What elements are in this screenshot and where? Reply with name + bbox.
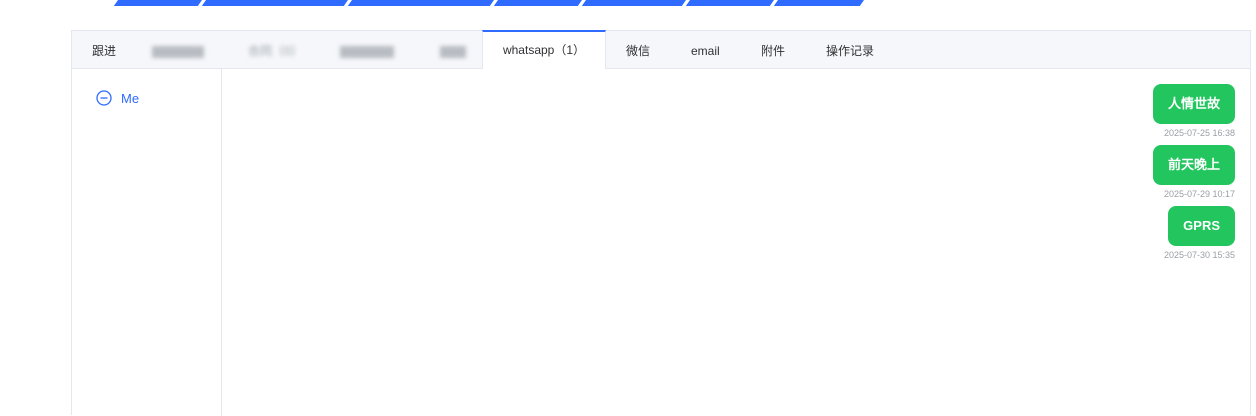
- decorative-stripe: [201, 0, 348, 6]
- message-timestamp: 2025-07-29 10:17: [1163, 189, 1235, 199]
- message-bubble[interactable]: GPRS: [1168, 206, 1235, 246]
- tab-redacted-1[interactable]: [152, 31, 206, 69]
- tab-followup[interactable]: 跟进: [92, 31, 116, 69]
- decorative-stripe: [493, 0, 582, 6]
- tab-operation-log[interactable]: 操作记录: [826, 31, 874, 69]
- tab-email[interactable]: email: [691, 31, 720, 69]
- chat-message: 人情世故 2025-07-25 16:38: [1152, 84, 1235, 139]
- top-decorative-bar: [0, 0, 1256, 6]
- message-bubble[interactable]: 人情世故: [1152, 84, 1235, 124]
- decorative-stripe: [113, 0, 202, 6]
- chat-message: GPRS 2025-07-30 15:35: [1164, 206, 1235, 261]
- contact-list: Me: [72, 69, 222, 416]
- message-timestamp: 2025-07-30 15:35: [1163, 250, 1235, 260]
- decorative-stripe: [773, 0, 864, 6]
- decorative-stripe: [347, 0, 494, 6]
- tab-redacted-3[interactable]: [340, 31, 396, 69]
- tab-redacted-contract[interactable]: 合同（0）: [248, 31, 303, 69]
- message-bubble[interactable]: 前天晚上: [1152, 145, 1235, 185]
- decorative-stripe: [685, 0, 774, 6]
- tab-redacted-4[interactable]: [440, 31, 468, 69]
- tab-bar: 跟进 合同（0） whatsapp（1） 微信 email 附件 操作记录: [72, 30, 1250, 69]
- decorative-stripe: [581, 0, 686, 6]
- tab-attachment[interactable]: 附件: [761, 31, 785, 69]
- collapse-minus-icon[interactable]: [96, 90, 112, 106]
- tab-wechat[interactable]: 微信: [626, 31, 650, 69]
- chat-message-area: 人情世故 2025-07-25 16:38 前天晚上 2025-07-29 10…: [222, 69, 1250, 416]
- tab-whatsapp[interactable]: whatsapp（1）: [482, 30, 606, 69]
- chat-message: 前天晚上 2025-07-29 10:17: [1152, 145, 1235, 200]
- contact-item-me[interactable]: Me: [96, 90, 139, 106]
- message-timestamp: 2025-07-25 16:38: [1163, 128, 1235, 138]
- contact-name: Me: [121, 90, 140, 106]
- customer-detail-panel: 跟进 合同（0） whatsapp（1） 微信 email 附件 操作记录 Me: [71, 30, 1251, 416]
